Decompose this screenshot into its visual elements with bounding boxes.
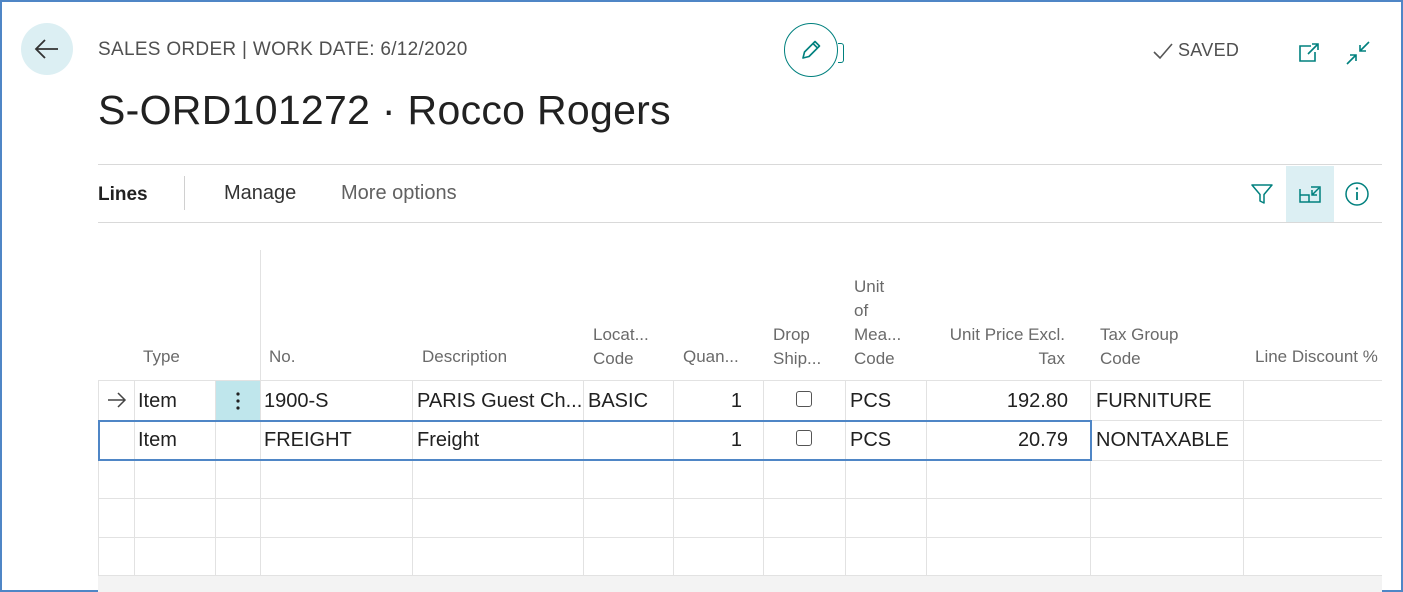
saved-status: SAVED [1152,40,1239,61]
col-header-line: Code [854,349,895,368]
vertical-ellipsis-icon [236,391,240,410]
col-header-drop-shipment[interactable]: Drop Ship... [773,323,821,371]
arrow-left-icon [34,39,58,59]
filter-button[interactable] [1244,176,1280,212]
col-header-line: Code [1100,349,1141,368]
col-header-line: Drop [773,325,810,344]
col-header-description[interactable]: Description [422,345,507,369]
row-actions-button[interactable] [216,381,260,420]
tab-manage[interactable]: Manage [224,182,296,205]
breadcrumb: SALES ORDER | WORK DATE: 6/12/2020 [98,39,468,60]
tab-more-options[interactable]: More options [341,182,457,205]
col-header-line: Locat... [593,325,649,344]
cell-unit-of-measure[interactable]: PCS [850,429,891,452]
open-new-window-button[interactable] [1294,38,1324,68]
cell-no[interactable]: 1900-S [264,390,329,413]
cell-tax-group-code[interactable]: NONTAXABLE [1096,429,1229,452]
cell-quantity[interactable]: 1 [678,390,742,413]
cell-no[interactable]: FREIGHT [264,429,352,452]
back-button[interactable] [21,23,73,75]
col-header-unit-price[interactable]: Unit Price Excl. Tax [932,323,1065,371]
col-header-no[interactable]: No. [269,345,295,369]
col-header-line: Tax Group [1100,325,1179,344]
header-divider [260,250,261,380]
cell-tax-group-code[interactable]: FURNITURE [1096,390,1212,413]
table-row[interactable]: Item FREIGHT Freight 1 PCS 20.79 NONTAXA… [98,421,1382,460]
tab-lines[interactable]: Lines [98,184,148,206]
empty-row[interactable] [98,538,1382,575]
col-header-line: Tax [1038,349,1065,368]
col-header-tax-group-code[interactable]: Tax Group Code [1100,323,1178,371]
filter-icon [1251,184,1273,204]
page-title: S-ORD101272 · Rocco Rogers [98,87,671,133]
collapse-icon [1346,41,1370,65]
col-header-line: Code [593,349,634,368]
col-header-line: of [854,301,869,320]
cell-type[interactable]: Item [138,429,177,452]
info-button[interactable] [1341,178,1373,210]
col-header-unit-of-measure[interactable]: Unit of Mea... Code [854,275,901,371]
info-icon [1345,182,1369,206]
open-in-new-window-icon [1299,43,1319,62]
edit-button[interactable] [784,23,838,77]
col-header-line: Mea... [854,325,902,344]
cell-description[interactable]: Freight [417,429,479,452]
collapse-button[interactable] [1343,38,1373,68]
cell-location-code[interactable]: BASIC [588,390,648,413]
divider [98,164,1382,165]
focus-mode-icon [1299,186,1321,203]
cell-unit-price[interactable]: 20.79 [932,429,1068,452]
cell-unit-of-measure[interactable]: PCS [850,390,891,413]
tab-separator [184,176,185,210]
drop-shipment-checkbox[interactable] [796,430,812,446]
col-header-line: Unit [854,277,885,296]
cell-type[interactable]: Item [138,390,177,413]
drop-shipment-checkbox[interactable] [796,391,812,407]
col-header-type[interactable]: Type [143,345,180,369]
checkmark-icon [1153,42,1173,59]
cell-description[interactable]: PARIS Guest Ch... [417,390,585,413]
divider [98,222,1382,223]
col-header-line-discount[interactable]: Line Discount % [1255,345,1378,369]
focus-mode-button[interactable] [1286,166,1334,222]
col-header-line: Unit Price Excl. [949,325,1065,344]
pencil-icon [802,40,821,59]
col-header-quantity[interactable]: Quan... [683,345,739,369]
arrow-right-icon [108,392,127,408]
cell-unit-price[interactable]: 192.80 [932,390,1068,413]
saved-label: SAVED [1178,40,1240,60]
table-row[interactable]: Item 1900-S PARIS Guest Ch... BASIC 1 PC… [98,381,1382,420]
empty-row[interactable] [98,461,1382,498]
col-header-line: Ship... [773,349,822,368]
col-header-location-code[interactable]: Locat... Code [593,323,649,371]
edit-mode-indicator [838,43,844,63]
grid-footer [98,576,1382,592]
cell-quantity[interactable]: 1 [678,429,742,452]
empty-row[interactable] [98,499,1382,537]
